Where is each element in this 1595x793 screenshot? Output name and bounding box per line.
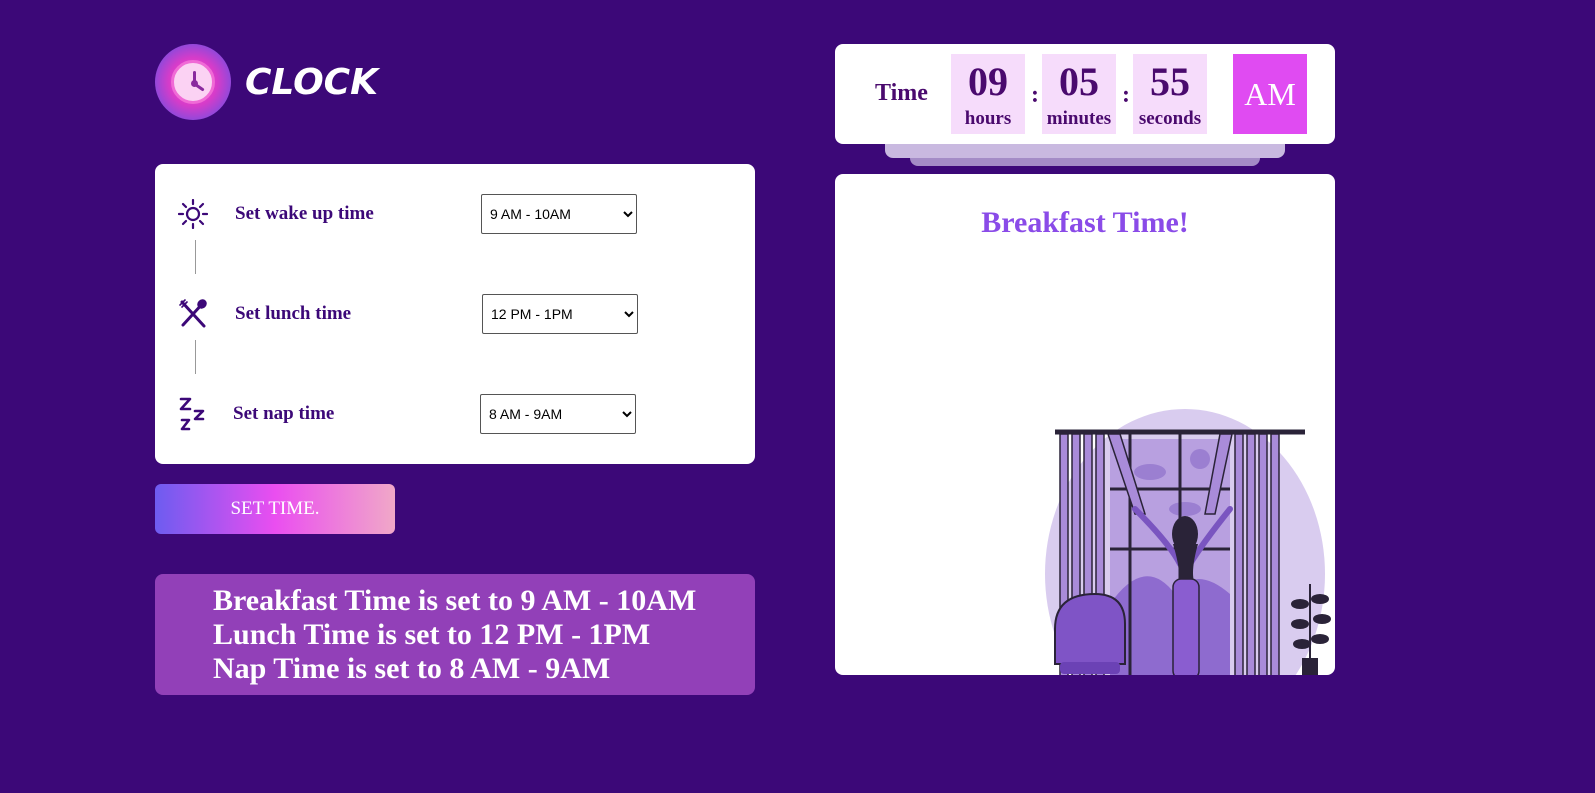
wake-label: Set wake up time (235, 203, 374, 224)
alarm-clock-icon (155, 44, 231, 120)
fork-spoon-icon (177, 298, 209, 330)
separator: : (1122, 82, 1130, 108)
summary-nap: Nap Time is set to 8 AM - 9AM (213, 652, 611, 685)
seconds-box: 55 seconds (1133, 54, 1207, 134)
panel-title: Breakfast Time! (981, 206, 1189, 239)
summary-lunch: Lunch Time is set to 12 PM - 1PM (213, 618, 651, 651)
divider (195, 340, 196, 374)
hours-label: hours (964, 108, 1012, 129)
nap-row: Set nap time 8 AM - 9AM (155, 394, 755, 434)
period-indicator: AM (1233, 54, 1307, 134)
set-time-button[interactable]: SET TIME. (155, 484, 395, 534)
nap-select[interactable]: 8 AM - 9AM (480, 394, 636, 434)
separator: : (1031, 82, 1039, 108)
wake-select[interactable]: 9 AM - 10AM (481, 194, 637, 234)
time-label: Time (875, 80, 928, 106)
morning-window-illustration (1045, 409, 1331, 675)
minutes-value: 05 (1059, 59, 1099, 104)
summary-box: Breakfast Time is set to 9 AM - 10AM Lun… (155, 574, 755, 695)
hours-box: 09 hours (951, 54, 1025, 134)
hours-value: 09 (968, 59, 1008, 104)
seconds-label: seconds (1138, 108, 1202, 129)
nap-label: Set nap time (233, 403, 335, 424)
summary-breakfast: Breakfast Time is set to 9 AM - 10AM (213, 584, 697, 617)
divider (195, 240, 196, 274)
lunch-label: Set lunch time (235, 303, 352, 324)
lunch-row: Set lunch time 12 PM - 1PM (155, 294, 755, 334)
minutes-box: 05 minutes (1042, 54, 1116, 134)
seconds-value: 55 (1150, 59, 1190, 104)
clock-display: Time 09 hours : 05 minutes : 55 seconds … (835, 44, 1335, 144)
minutes-label: minutes (1046, 108, 1112, 129)
wake-row: Set wake up time 9 AM - 10AM (155, 194, 755, 234)
logo: CLOCK (155, 44, 378, 120)
settings-card: Set wake up time 9 AM - 10AM Set lunch t… (155, 164, 755, 464)
sun-icon (177, 198, 209, 230)
zzz-icon (177, 397, 209, 431)
logo-text: CLOCK (245, 61, 378, 103)
schedule-panel: Breakfast Time! (835, 174, 1335, 675)
lunch-select[interactable]: 12 PM - 1PM (482, 294, 638, 334)
